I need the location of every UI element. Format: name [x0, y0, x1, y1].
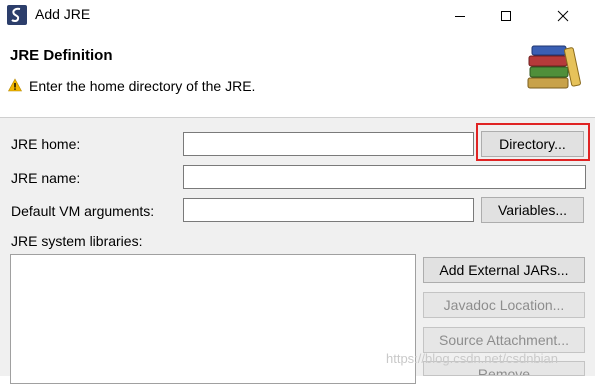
maximize-button[interactable]: [483, 0, 529, 31]
minimize-button[interactable]: [437, 0, 483, 31]
system-libraries-list[interactable]: [10, 254, 416, 384]
window-title: Add JRE: [35, 6, 91, 22]
title-bar: Add JRE: [0, 0, 595, 31]
system-libraries-label: JRE system libraries:: [11, 233, 143, 249]
eclipse-app-icon: [7, 5, 27, 25]
dialog-header: JRE Definition: [0, 31, 595, 113]
page-title: JRE Definition: [10, 47, 113, 64]
jre-home-label: JRE home:: [11, 136, 81, 152]
add-external-jars-button[interactable]: Add External JARs...: [423, 257, 585, 283]
warning-icon: [8, 78, 22, 92]
variables-button[interactable]: Variables...: [481, 197, 584, 223]
close-icon: [557, 10, 569, 21]
maximize-icon: [501, 10, 511, 21]
source-attachment-button[interactable]: Source Attachment...: [423, 327, 585, 353]
jre-name-input[interactable]: [183, 165, 586, 189]
close-button[interactable]: [540, 0, 586, 31]
vm-arguments-label: Default VM arguments:: [11, 203, 155, 219]
jre-name-label: JRE name:: [11, 170, 81, 186]
header-message: Enter the home directory of the JRE.: [29, 78, 256, 94]
watermark-text: https://blog.csdn.net/csdnbian: [386, 351, 559, 366]
jre-home-input[interactable]: [183, 132, 474, 156]
library-books-icon: [527, 45, 581, 89]
directory-button[interactable]: Directory...: [481, 131, 584, 157]
vm-arguments-input[interactable]: [183, 198, 474, 222]
minimize-icon: [455, 15, 465, 17]
javadoc-location-button[interactable]: Javadoc Location...: [423, 292, 585, 318]
